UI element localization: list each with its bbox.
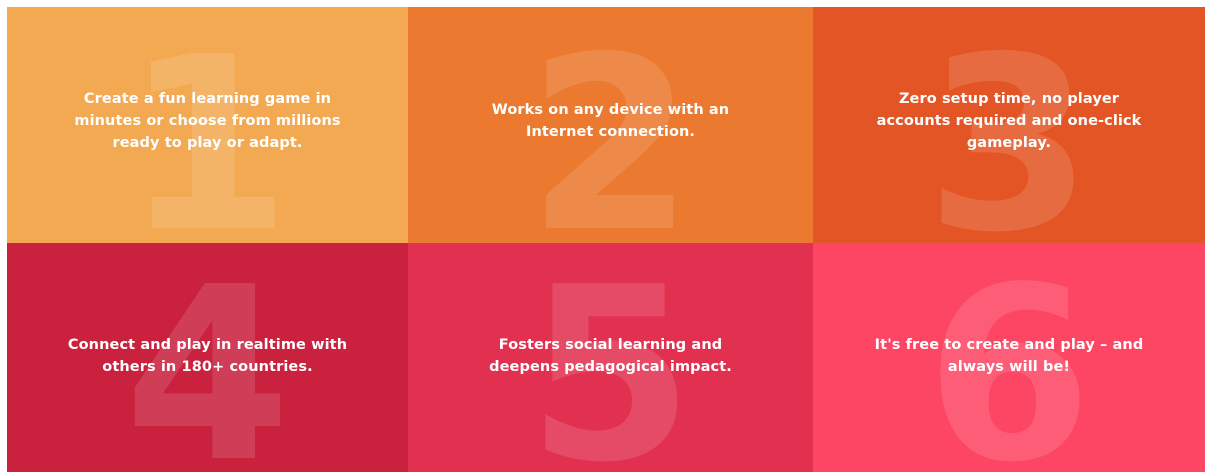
feature-text: Fosters social learning and deepens peda… — [489, 334, 732, 378]
feature-tile-5: 5 Fosters social learning and deepens pe… — [408, 243, 813, 472]
feature-text-line: Internet connection. — [525, 124, 696, 140]
feature-text-line: Zero setup time, no player — [898, 91, 1120, 107]
feature-text-line: deepens pedagogical impact. — [489, 359, 732, 375]
feature-text-line: ready to play or adapt. — [112, 135, 303, 151]
feature-text-line: Connect and play in realtime with — [67, 337, 348, 353]
feature-text: Connect and play in realtime with others… — [68, 334, 347, 378]
feature-tile-4: 4 Connect and play in realtime with othe… — [7, 243, 408, 472]
feature-text: Zero setup time, no player accounts requ… — [877, 88, 1142, 154]
feature-tile-6: 6 It's free to create and play – and alw… — [813, 243, 1205, 472]
feature-tile-1: 1 Create a fun learning game in minutes … — [7, 7, 408, 243]
feature-text-line: It's free to create and play – and — [874, 337, 1144, 353]
features-grid: 1 Create a fun learning game in minutes … — [7, 7, 1205, 472]
feature-text: Create a fun learning game in minutes or… — [74, 88, 340, 154]
feature-text-line: others in 180+ countries. — [102, 359, 313, 375]
feature-text-line: Create a fun learning game in — [83, 91, 332, 107]
feature-text-line: always will be! — [947, 359, 1071, 375]
feature-text: Works on any device with an Internet con… — [492, 99, 729, 143]
feature-tile-3: 3 Zero setup time, no player accounts re… — [813, 7, 1205, 243]
feature-text-line: Fosters social learning and — [498, 337, 723, 353]
feature-text-line: minutes or choose from millions — [74, 113, 341, 129]
feature-text-line: gameplay. — [966, 135, 1052, 151]
feature-text-line: Works on any device with an — [491, 102, 730, 118]
feature-text: It's free to create and play – and alway… — [875, 334, 1144, 378]
feature-tile-2: 2 Works on any device with an Internet c… — [408, 7, 813, 243]
feature-text-line: accounts required and one-click — [876, 113, 1142, 129]
